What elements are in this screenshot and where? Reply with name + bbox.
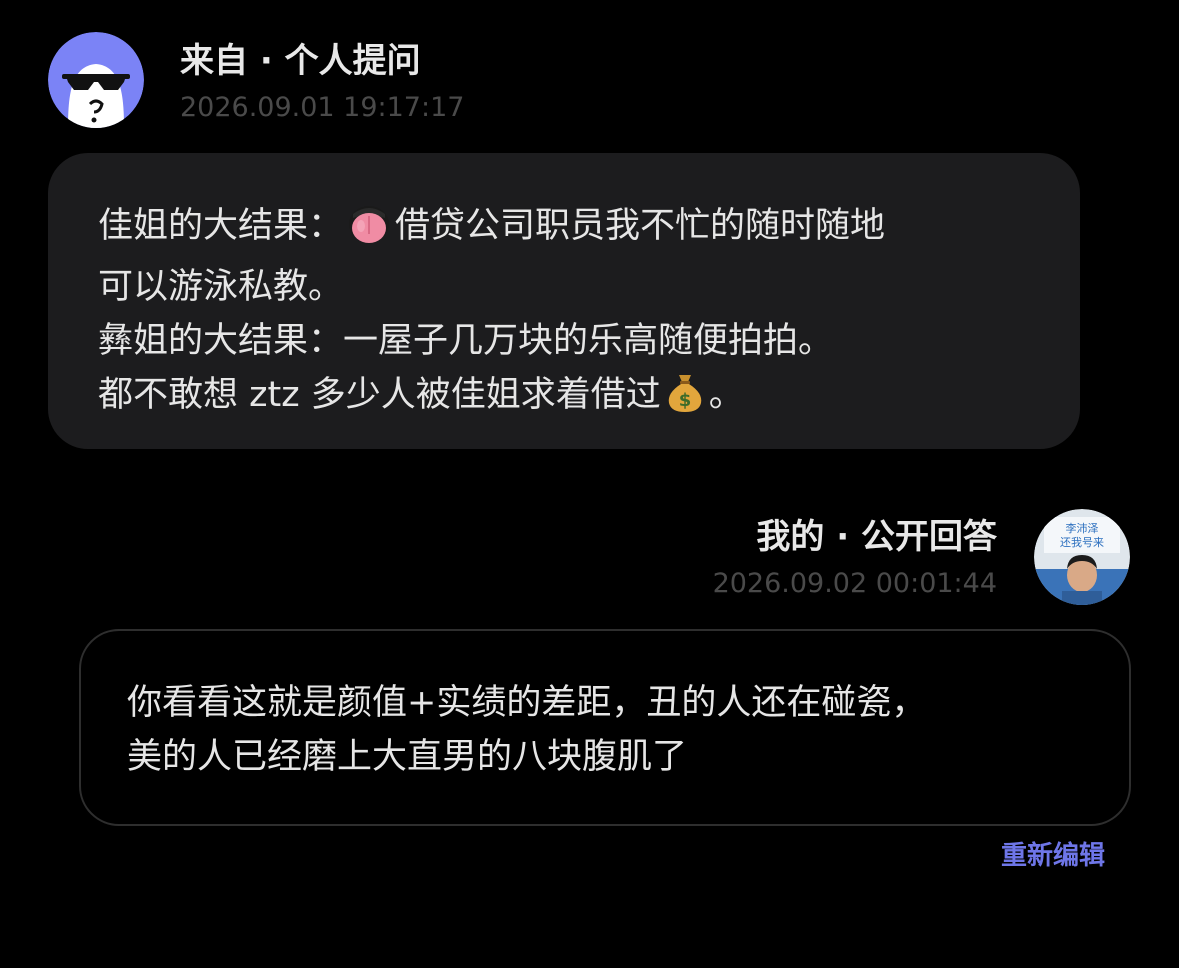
answer-line: 美的人已经磨上大直男的八块腹肌了 <box>127 737 688 777</box>
question-line: 可以游泳私教。 <box>98 267 344 307</box>
answer-source-title: 我的 · 公开回答 <box>756 517 997 557</box>
question-line: 佳姐的大结果： 借贷公司职员我不忙的随时随地 <box>98 199 1032 260</box>
question-timestamp: 2026.09.01 19:17:17 <box>180 92 465 123</box>
tongue-emoji-icon <box>347 204 391 260</box>
svg-text:还我号来: 还我号来 <box>1060 536 1104 549</box>
profile-photo-icon: 李沛泽 还我号来 <box>1034 509 1130 605</box>
questioner-avatar[interactable] <box>48 32 144 128</box>
question-header: 来自 · 个人提问 2026.09.01 19:17:17 <box>180 38 464 126</box>
answer-line: 你看看这就是颜值+实绩的差距，丑的人还在碰瓷， <box>127 683 927 723</box>
answer-bubble[interactable]: 你看看这就是颜值+实绩的差距，丑的人还在碰瓷， 美的人已经磨上大直男的八块腹肌了 <box>79 629 1131 826</box>
question-text: 佳姐的大结果： <box>98 206 344 246</box>
money-bag-emoji-icon: $ <box>665 371 705 429</box>
question-line: 都不敢想 ztz 多少人被佳姐求着借过 $ 。 <box>98 368 1032 429</box>
re-edit-link[interactable]: 重新编辑 <box>1001 838 1105 874</box>
answerer-avatar[interactable]: 李沛泽 还我号来 <box>1034 509 1130 605</box>
answer-timestamp: 2026.09.02 00:01:44 <box>712 568 997 599</box>
svg-text:李沛泽: 李沛泽 <box>1066 521 1099 535</box>
question-bubble: 佳姐的大结果： 借贷公司职员我不忙的随时随地 可以游泳私教。 彝姐的大结果：一屋子… <box>48 153 1080 449</box>
question-text: 借贷公司职员我不忙的随时随地 <box>395 206 886 246</box>
question-source-title: 来自 · 个人提问 <box>180 41 421 81</box>
sunglasses-ghost-icon <box>48 32 144 128</box>
question-line: 彝姐的大结果：一屋子几万块的乐高随便拍拍。 <box>98 321 834 361</box>
question-text: 。 <box>708 375 744 415</box>
question-text: 都不敢想 ztz 多少人被佳姐求着借过 <box>98 375 661 415</box>
answer-header: 我的 · 公开回答 2026.09.02 00:01:44 <box>713 514 997 602</box>
svg-text:$: $ <box>678 390 691 411</box>
